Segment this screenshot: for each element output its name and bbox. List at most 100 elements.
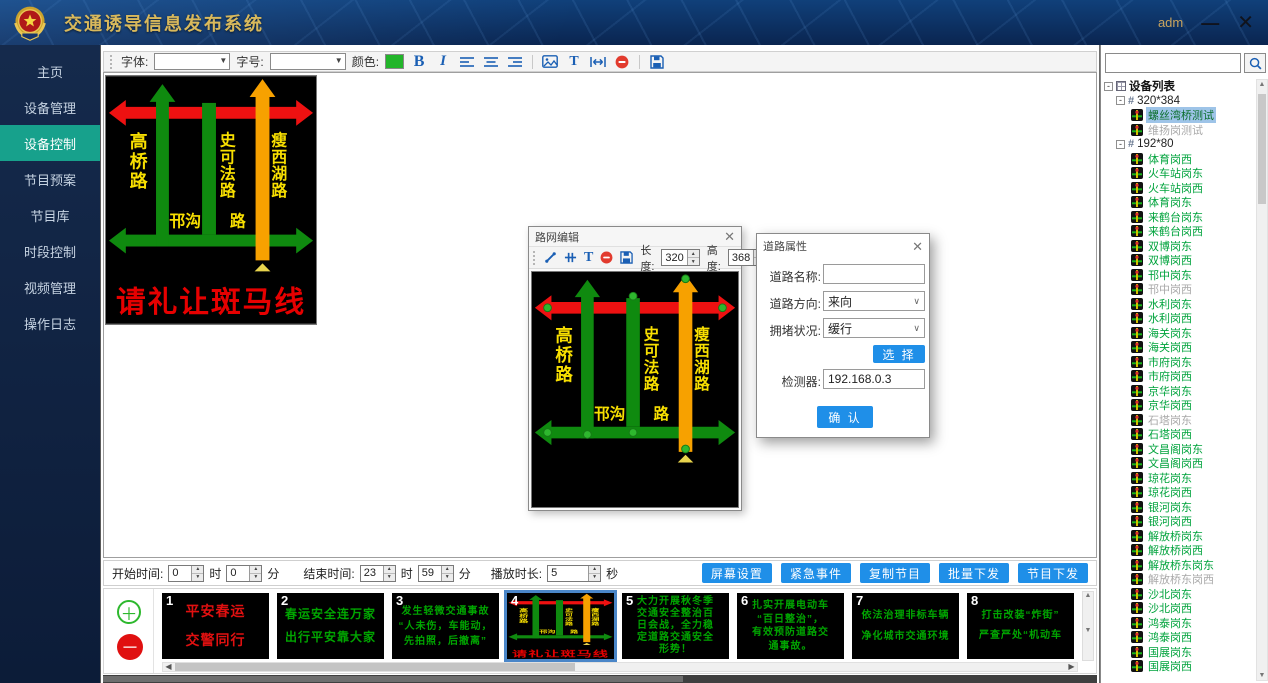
draw-crossing-icon[interactable]: [564, 250, 577, 266]
sidebar-item-program-library[interactable]: 节目库: [0, 197, 100, 233]
scroll-down-icon[interactable]: ▼: [1257, 672, 1267, 679]
sign-preview[interactable]: 请礼让斑马线: [105, 75, 317, 325]
action-button-4[interactable]: 节目下发: [1018, 563, 1088, 583]
confirm-button[interactable]: 确 认: [817, 406, 873, 428]
width-adjust-icon[interactable]: [589, 54, 607, 70]
align-right-icon[interactable]: [506, 54, 524, 70]
tree-item[interactable]: 沙北岗西: [1104, 601, 1255, 616]
save-icon[interactable]: [620, 250, 633, 266]
start-minute-stepper[interactable]: 0▲▼: [226, 565, 262, 582]
delete-icon[interactable]: [613, 54, 631, 70]
program-horizontal-scrollbar[interactable]: ◀ ▶: [162, 662, 1078, 672]
tree-item[interactable]: 琼花岗东: [1104, 471, 1255, 486]
tree-item[interactable]: 维扬岗测试: [1104, 123, 1255, 138]
add-program-button[interactable]: ＋: [117, 600, 141, 624]
tree-item[interactable]: 双博岗东: [1104, 239, 1255, 254]
tree-item[interactable]: 解放桥东岗东: [1104, 558, 1255, 573]
tree-item[interactable]: 市府岗东: [1104, 355, 1255, 370]
road-name-field[interactable]: [823, 264, 925, 284]
italic-button[interactable]: I: [434, 54, 452, 70]
program-thumb-8[interactable]: 8打击改装“炸街”严查严处“机动车: [967, 593, 1074, 659]
tree-item[interactable]: 海关岗西: [1104, 340, 1255, 355]
spin-down-icon[interactable]: ▼: [192, 574, 203, 581]
current-user[interactable]: adm: [1158, 15, 1183, 30]
tree-item[interactable]: 水利岗西: [1104, 311, 1255, 326]
tree-item[interactable]: 邗中岗西: [1104, 282, 1255, 297]
program-thumb-6[interactable]: 6扎实开展电动车“百日整治”，有效预防道路交通事故。: [737, 593, 844, 659]
collapse-icon[interactable]: -: [1116, 96, 1125, 105]
select-button[interactable]: 选 择: [873, 345, 925, 363]
tree-item[interactable]: 体育岗东: [1104, 195, 1255, 210]
tree-item[interactable]: 银河岗东: [1104, 500, 1255, 515]
bold-button[interactable]: B: [410, 54, 428, 70]
save-icon[interactable]: [648, 54, 666, 70]
font-size-select[interactable]: ▼: [270, 53, 346, 70]
text-tool-icon[interactable]: T: [565, 54, 583, 70]
tree-item[interactable]: 沙北岗东: [1104, 587, 1255, 602]
collapse-icon[interactable]: -: [1116, 140, 1125, 149]
sidebar-item-operation-log[interactable]: 操作日志: [0, 305, 100, 341]
congestion-select[interactable]: 缓行∨: [823, 318, 925, 338]
dialog-titlebar[interactable]: 道路属性 ✕: [757, 234, 929, 258]
align-left-icon[interactable]: [458, 54, 476, 70]
tree-item[interactable]: 琼花岗西: [1104, 485, 1255, 500]
font-select[interactable]: ▼: [154, 53, 230, 70]
close-icon[interactable]: ✕: [724, 230, 735, 243]
tree-item[interactable]: 水利岗东: [1104, 297, 1255, 312]
draw-line-icon[interactable]: [544, 250, 557, 266]
end-hour-stepper[interactable]: 23▲▼: [360, 565, 396, 582]
spin-down-icon[interactable]: ▼: [589, 574, 600, 581]
tree-item[interactable]: 石塔岗西: [1104, 427, 1255, 442]
tree-item[interactable]: 解放桥岗东: [1104, 529, 1255, 544]
program-thumb-2[interactable]: 2春运安全连万家出行平安靠大家: [277, 593, 384, 659]
collapse-icon[interactable]: -: [1104, 82, 1113, 91]
action-button-0[interactable]: 屏幕设置: [702, 563, 772, 583]
tree-item[interactable]: 文昌阁岗西: [1104, 456, 1255, 471]
length-stepper[interactable]: 320 ▲▼: [661, 249, 699, 266]
tree-item[interactable]: 邗中岗东: [1104, 268, 1255, 283]
tree-group-0[interactable]: - # 320*384: [1104, 94, 1255, 109]
tree-item[interactable]: 石塔岗东: [1104, 413, 1255, 428]
spin-up-icon[interactable]: ▲: [384, 566, 395, 574]
start-hour-stepper[interactable]: 0▲▼: [168, 565, 204, 582]
device-search-input[interactable]: [1105, 53, 1241, 73]
tree-item[interactable]: 体育岗西: [1104, 152, 1255, 167]
program-thumb-1[interactable]: 1平安春运交警同行: [162, 593, 269, 659]
detector-field[interactable]: 192.168.0.3: [823, 369, 925, 389]
tree-item[interactable]: 银河岗西: [1104, 514, 1255, 529]
tree-item[interactable]: 国展岗东: [1104, 645, 1255, 660]
scroll-up-icon[interactable]: ▲: [1257, 81, 1267, 88]
spin-down-icon[interactable]: ▼: [442, 574, 453, 581]
spin-up-icon[interactable]: ▲: [589, 566, 600, 574]
duration-stepper[interactable]: 5▲▼: [547, 565, 601, 582]
tree-item[interactable]: 鸿泰岗西: [1104, 630, 1255, 645]
road-direction-select[interactable]: 来向∨: [823, 291, 925, 311]
close-icon[interactable]: ✕: [912, 240, 923, 253]
text-tool-icon[interactable]: T: [584, 250, 593, 266]
program-thumb-7[interactable]: 7依法治理非标车辆净化城市交通环境: [852, 593, 959, 659]
spin-down-icon[interactable]: ▼: [688, 258, 699, 265]
spin-up-icon[interactable]: ▲: [442, 566, 453, 574]
delete-icon[interactable]: [600, 250, 613, 266]
tree-item[interactable]: 解放桥东岗西: [1104, 572, 1255, 587]
sidebar-item-home[interactable]: 主页: [0, 53, 100, 89]
program-thumb-5[interactable]: 5大力开展秋冬季交通安全整治百日会战，全力稳定道路交通安全形势！: [622, 593, 729, 659]
spin-up-icon[interactable]: ▲: [250, 566, 261, 574]
program-thumb-4[interactable]: 4 请礼让斑马线: [507, 593, 614, 659]
tree-item[interactable]: 鸿泰岗东: [1104, 616, 1255, 631]
scrollbar-thumb[interactable]: [1258, 94, 1266, 204]
tree-item[interactable]: 来鹤台岗西: [1104, 224, 1255, 239]
remove-program-button[interactable]: －: [117, 634, 143, 660]
tree-item[interactable]: 双博岗西: [1104, 253, 1255, 268]
tree-item[interactable]: 京华岗东: [1104, 384, 1255, 399]
sidebar-item-video-management[interactable]: 视频管理: [0, 269, 100, 305]
search-button[interactable]: [1244, 53, 1266, 73]
spin-up-icon[interactable]: ▲: [192, 566, 203, 574]
tree-item[interactable]: 火车站岗西: [1104, 181, 1255, 196]
tree-item[interactable]: 京华岗西: [1104, 398, 1255, 413]
edit-canvas[interactable]: 请礼让斑马线 路网编辑 ✕ T: [103, 72, 1097, 558]
tree-item[interactable]: 市府岗西: [1104, 369, 1255, 384]
scroll-right-icon[interactable]: ▶: [1066, 662, 1077, 671]
tree-item[interactable]: 火车站岗东: [1104, 166, 1255, 181]
sidebar-item-device-management[interactable]: 设备管理: [0, 89, 100, 125]
